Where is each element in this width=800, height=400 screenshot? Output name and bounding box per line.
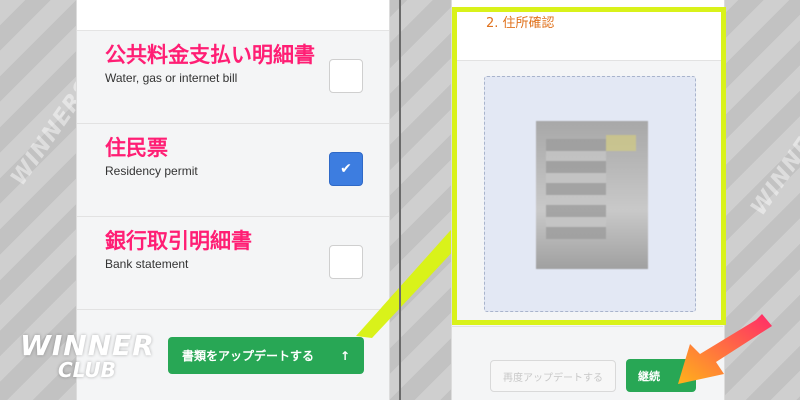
panel-divider <box>399 0 401 400</box>
highlight-frame <box>452 7 726 325</box>
arrow-shape <box>678 314 772 384</box>
reupload-button[interactable]: 再度アップデートする <box>490 360 616 392</box>
winner-club-logo: WINNER CLUB <box>20 329 155 382</box>
logo-line-1: WINNER <box>20 329 155 362</box>
callout-arrow-shape <box>356 222 458 338</box>
orange-arrow-icon <box>678 314 772 384</box>
logo-line-2: CLUB <box>58 358 116 382</box>
